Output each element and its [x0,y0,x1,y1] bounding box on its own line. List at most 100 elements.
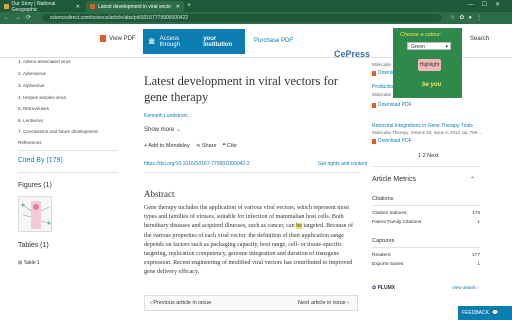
recommended-pager[interactable]: 1 2 Next [418,153,438,159]
search-button[interactable]: Search [470,36,489,42]
download-pdf-label: Download PDF [378,138,412,144]
recommended-link[interactable]: Molecular [372,62,391,67]
toc-item[interactable]: References [18,140,42,145]
show-more-button[interactable]: Show more ⌄ [144,126,181,133]
divider [372,166,480,167]
tables-heading: Tables (1) [18,242,49,249]
tab-title: Latest development in viral vecto [98,3,171,10]
access-prefix: Access through [159,35,180,48]
table-1-link[interactable]: ⊞ Table 1 [18,260,40,266]
journal-logo: CePress [334,49,371,59]
article-metrics-heading: Article Metrics [372,176,416,183]
toc-item[interactable]: 3. Alphavirus [18,83,44,88]
toc-item[interactable]: 4. Herpes simplex virus [18,95,66,100]
metric-row: Exports-Saves: 1 [372,262,480,267]
divider [372,247,480,248]
toc-item[interactable]: 6. Lentivirus [18,118,43,123]
favicon-icon [90,4,95,9]
previous-label: Previous article in issue [153,300,212,306]
feedback-label: FEEDBACK [462,310,489,316]
metric-value: 1 [477,262,480,267]
table-1-label: Table 1 [23,260,40,266]
toc-item[interactable]: 5. Retroviruses [18,106,49,111]
url-input[interactable]: sciencedirect.com/science/article/abs/pi… [42,14,442,22]
metric-row: Readers: 177 [372,253,480,258]
metric-key: Citation Indexes: [372,211,408,216]
download-pdf-label: Download PDF [378,102,412,108]
metric-key: Readers: [372,253,392,258]
cited-by-link[interactable]: Cited By (179) [18,157,63,164]
metric-value: 178 [471,211,480,216]
view-pdf-label: View PDF [109,35,136,42]
popup-heading: Choose a colour: [400,32,442,38]
view-pdf-button[interactable]: View PDF [100,35,136,42]
chevron-left-icon: ‹ [150,300,152,306]
add-to-mendeley-button[interactable]: + Add to Mendeley [144,143,190,149]
access-institution-button[interactable]: 🏛 Access through your institution [143,29,245,54]
table-icon: ⊞ [18,260,23,266]
highlight-button[interactable]: Highlight [418,59,441,71]
pdf-icon [372,138,376,144]
share-button[interactable]: ⋖ Share [196,143,217,149]
article-title: Latest development in viral vectors for … [144,74,339,104]
close-icon[interactable]: ✕ [76,4,80,10]
figure-thumbnail[interactable] [18,196,52,232]
favicon-icon [4,4,9,9]
metric-value: 1 [477,220,480,225]
next-article-link[interactable]: Next article in issue › [298,300,349,306]
window-controls[interactable]: —☐✕ [468,1,508,8]
popup-footer: be you [422,82,442,88]
chevron-up-icon[interactable]: ⌃ [470,176,475,183]
doi-link[interactable]: https://doi.org/10.1016/S0167-7799(02)00… [144,161,250,167]
article-actions: + Add to Mendeley ⋖ Share ❝ Cite [144,143,237,149]
figures-heading: Figures (1) [18,182,52,189]
previous-article-link[interactable]: ‹ Previous article in issue [150,300,211,306]
next-label: Next article in issue [298,300,346,306]
cite-button[interactable]: ❝ Cite [223,143,237,149]
divider [144,172,360,173]
plumx-label: PLUMX [377,285,396,291]
share-label: Share [201,143,217,149]
abstract-heading: Abstract [144,189,175,199]
chevron-right-icon: › [347,300,350,306]
author-link[interactable]: Kenneth Lundstrom [144,113,188,119]
divider [18,172,118,173]
share-icon: ⋖ [195,143,201,149]
tab-title: Our Story | National Geographic [11,0,56,13]
highlighted-word: be [296,223,302,230]
divider [18,150,118,151]
nav-buttons[interactable]: ←→⟳ [4,14,36,21]
rights-link[interactable]: Get rights and content [318,161,367,167]
cite-label: Cite [227,143,237,149]
abstract-part: targeted. Because of the various propert… [144,223,353,276]
toc-item[interactable]: 2. Adenovirus [18,71,46,76]
colour-select[interactable]: Green ▾ [407,42,451,50]
chevron-right-icon: › [477,285,479,290]
access-bold: your institution [203,35,233,48]
metric-row: Citation Indexes: 178 [372,211,480,216]
institution-icon: 🏛 [148,39,156,45]
citations-label: Citations [372,196,394,202]
download-pdf-link[interactable]: Download PDF [372,102,412,108]
view-details-label: View details [452,285,476,290]
toc-item[interactable]: 1. Adeno-associated virus [18,59,71,64]
new-tab-icon[interactable]: + [187,2,191,9]
plumx-logo: ✿ PLUMX [372,285,395,291]
download-pdf-link[interactable]: Download PDF [372,138,412,144]
metric-row: Patent Family Citations: 1 [372,220,480,225]
tab-national-geographic[interactable]: Our Story | National Geographic ✕ [0,0,84,13]
toolbar-icons[interactable]: ☆✿●⋮ [450,14,486,21]
recommended-meta: Molecular [372,92,392,97]
quote-icon: ❝ [222,143,226,149]
close-icon[interactable]: ✕ [176,4,180,10]
view-details-link[interactable]: View details › [452,285,479,290]
recommended-link[interactable]: Retroviral Integrations in Gene Therapy … [372,123,473,129]
metric-value: 177 [471,253,480,258]
plumx-icon: ✿ [372,285,377,291]
tab-sciencedirect[interactable]: Latest development in viral vecto ✕ [86,1,184,12]
purchase-pdf-link[interactable]: Purchase PDF [254,38,293,44]
feedback-button[interactable]: FEEDBACK 💬 [458,306,512,320]
abstract-text: Gene therapy includes the application of… [144,204,359,278]
toc-item[interactable]: 7. Conclusions and future development [18,129,98,134]
recommended-meta: Molecular Therapy, Volume 20, Issue 4, 2… [372,130,483,135]
